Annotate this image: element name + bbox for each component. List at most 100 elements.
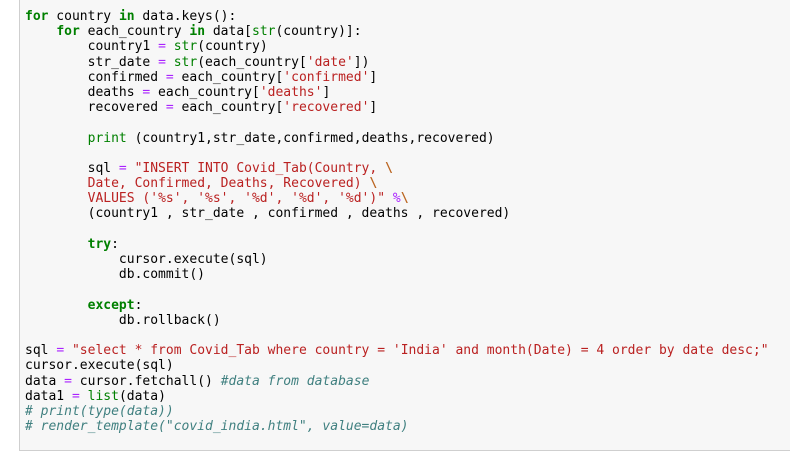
code-line: db.rollback() [25, 313, 769, 328]
keyword-token: except [87, 297, 135, 313]
code-token: each_country [79, 24, 190, 40]
code-token: ]) [353, 54, 370, 70]
comment-token: # print(type(data)) [25, 403, 174, 419]
string-token: "select * from Covid_Tab where country =… [71, 343, 769, 359]
builtin-token: str [173, 54, 198, 70]
code-line: cursor.execute(sql) [25, 358, 769, 373]
code-token: recovered [25, 100, 166, 116]
code-line: cursor.execute(sql) [25, 252, 769, 267]
code-token: : [134, 297, 143, 313]
code-token: deaths [25, 84, 143, 100]
code-line: sql = "INSERT INTO Covid_Tab(Country, \ [25, 161, 769, 176]
code-token: db.commit() [25, 267, 206, 283]
code-line: str_date = str(each_country['date']) [25, 55, 769, 70]
keyword-token: for [25, 9, 49, 24]
operator-token: = [118, 160, 127, 176]
code-token: (country1 , str_date , confirmed , death… [25, 206, 511, 222]
code-token: each_country[ [173, 100, 284, 116]
operator-token: % [392, 191, 401, 207]
code-token: (country1,str_date,confirmed,deaths,reco… [126, 130, 495, 146]
escape-token: \ [400, 191, 409, 207]
string-token: Date, Confirmed, Deaths, Recovered) [87, 176, 370, 192]
code-line: data = cursor.fetchall() #data from data… [25, 374, 769, 389]
code-line: deaths = each_country['deaths'] [25, 85, 769, 100]
code-token: country1 [25, 39, 159, 55]
code-token: sql [25, 160, 119, 176]
keyword-token: in [118, 9, 135, 24]
code-line: data1 = list(data) [25, 389, 769, 404]
keyword-token: try [87, 236, 112, 252]
keyword-token: in [189, 24, 206, 40]
code-line: VALUES ('%s', '%s', '%d', '%d', '%d')" %… [25, 191, 769, 206]
operator-token: = [165, 100, 174, 116]
code-token: (country)]: [275, 24, 362, 40]
builtin-token: print [87, 130, 127, 146]
escape-token: \ [369, 176, 378, 192]
code-line: # render_template("covid_india.html", va… [25, 419, 769, 434]
code-editor[interactable]: for country in data.keys(): for each_cou… [25, 9, 769, 434]
code-line: for each_country in data[str(country)]: [25, 24, 769, 39]
code-token: : [111, 236, 119, 252]
keyword-token: for [56, 24, 80, 40]
code-line: confirmed = each_country['confirmed'] [25, 70, 769, 85]
code-line: try: [25, 237, 769, 252]
code-token: cursor.execute(sql) [25, 358, 174, 374]
code-token: ] [369, 100, 378, 116]
comment-token: #data from database [220, 373, 370, 389]
operator-token: = [158, 39, 166, 55]
string-token: 'recovered' [283, 100, 370, 116]
code-token: (country) [197, 39, 268, 55]
code-token: data1 [25, 388, 72, 404]
code-token: ] [322, 84, 331, 100]
code-line: country1 = str(country) [25, 39, 769, 54]
code-token: (data) [118, 388, 166, 404]
code-line: sql = "select * from Covid_Tab where cou… [25, 343, 769, 358]
string-token: VALUES ('%s', '%s', '%d', '%d', '%d')" [87, 191, 386, 207]
code-token: sql [25, 343, 57, 359]
builtin-token: list [87, 388, 119, 404]
code-line: except: [25, 298, 769, 313]
code-token: data[ [205, 24, 252, 40]
operator-token: = [165, 69, 174, 85]
code-token: (each_country[ [197, 54, 307, 70]
code-line: recovered = each_country['recovered'] [25, 100, 769, 115]
escape-token: \ [385, 160, 393, 176]
string-token: 'date' [306, 54, 354, 70]
operator-token: = [71, 388, 80, 404]
builtin-token: str [252, 24, 276, 40]
operator-token: = [56, 343, 65, 359]
string-token: 'confirmed' [283, 69, 370, 85]
code-token: confirmed [25, 69, 166, 85]
code-line: print (country1,str_date,confirmed,death… [25, 131, 769, 146]
code-line: Date, Confirmed, Deaths, Recovered) \ [25, 176, 769, 191]
operator-token: = [64, 373, 72, 389]
code-token: each_country[ [173, 69, 284, 85]
code-token: each_country[ [150, 84, 260, 100]
code-token: db.rollback() [25, 312, 221, 328]
string-token: 'deaths' [259, 84, 323, 100]
code-token: ] [369, 69, 378, 85]
comment-token: # render_template("covid_india.html", va… [25, 419, 409, 435]
code-token: str_date [25, 54, 159, 70]
code-line: (country1 , str_date , confirmed , death… [25, 206, 769, 221]
code-token: cursor.execute(sql) [25, 252, 268, 267]
builtin-token: str [173, 39, 198, 55]
code-token: data [25, 373, 65, 389]
code-line: # print(type(data)) [25, 404, 769, 419]
